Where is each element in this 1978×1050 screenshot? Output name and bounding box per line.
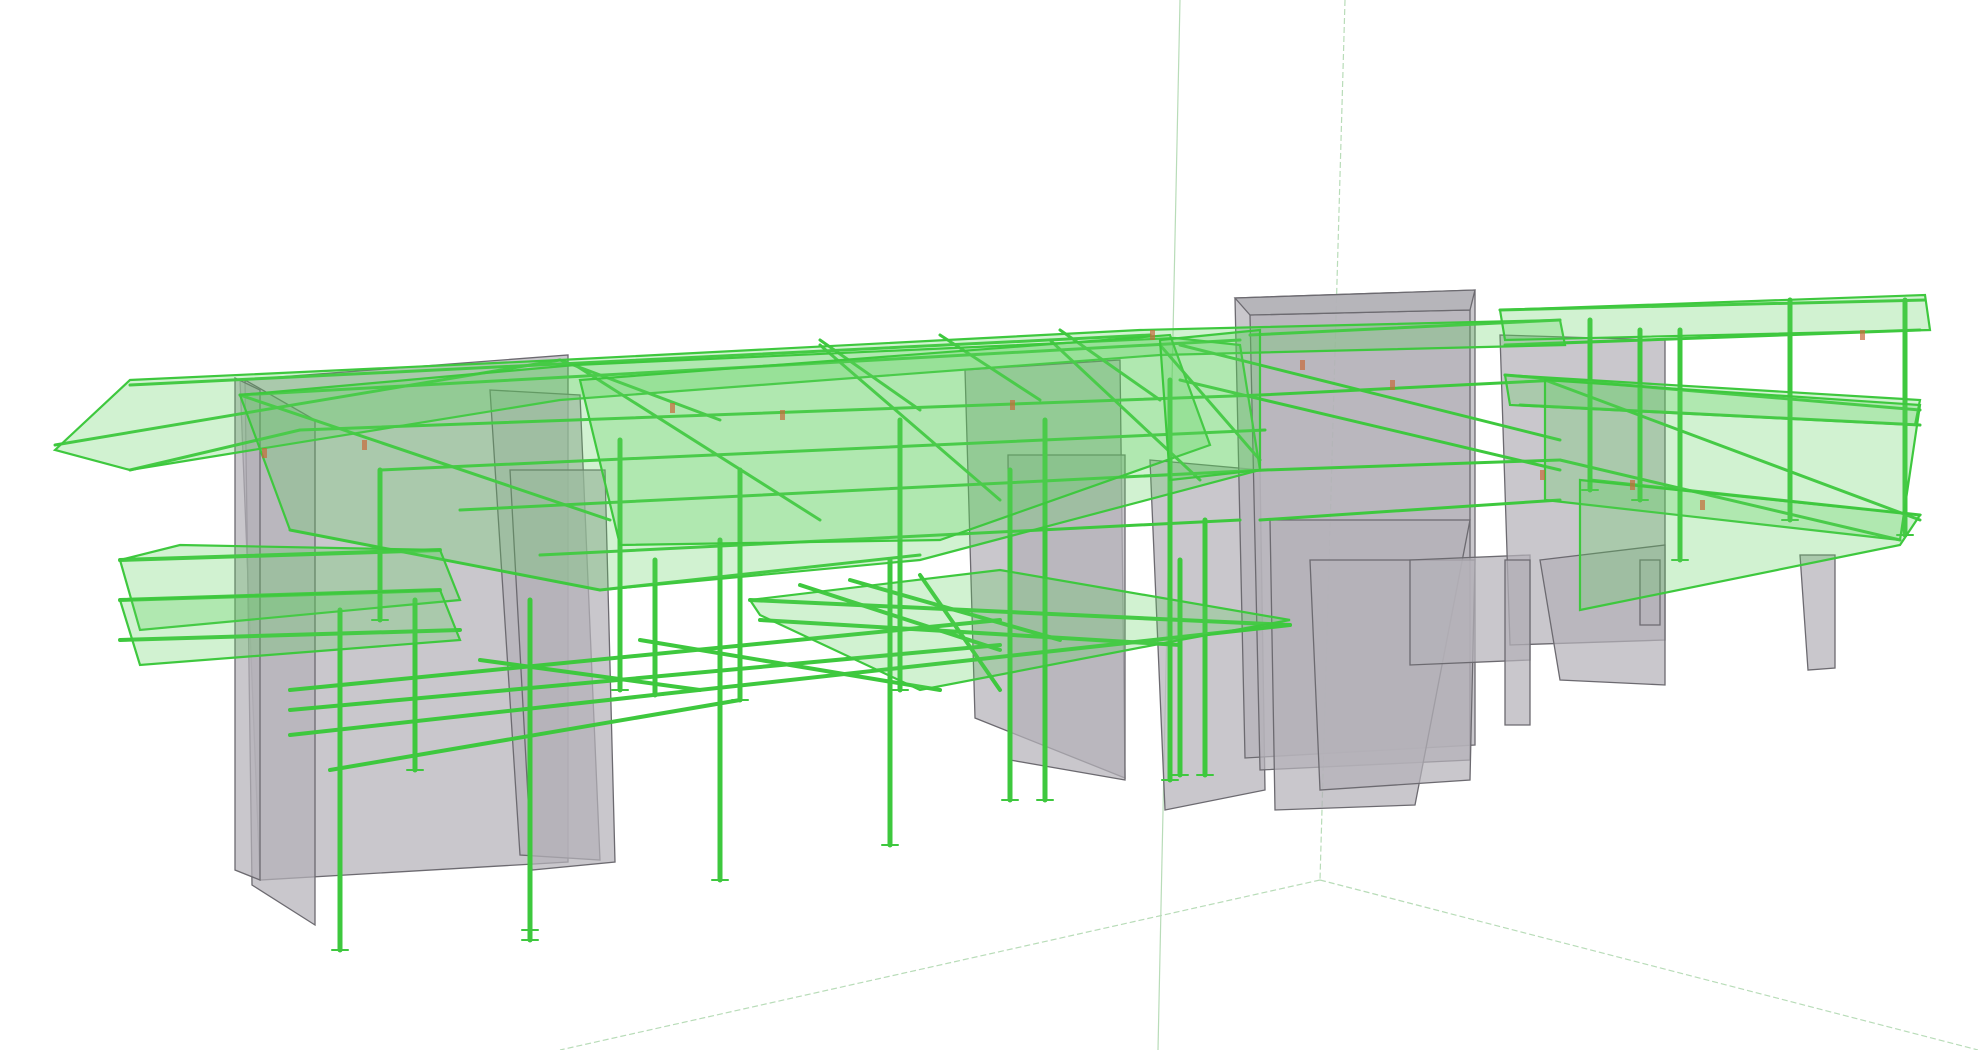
concrete-wall xyxy=(1799,554,1836,671)
floor-slab xyxy=(1158,328,1262,482)
guide-line xyxy=(559,879,1321,1050)
guide-line xyxy=(1319,879,1978,1050)
connection-plate xyxy=(1700,500,1705,510)
structural-model-canvas[interactable] xyxy=(0,0,1978,1050)
connection-plate xyxy=(1860,330,1865,340)
connection-plate xyxy=(670,403,675,413)
connection-plate xyxy=(362,440,367,450)
connection-plate xyxy=(780,410,785,420)
core-top xyxy=(1233,289,1476,316)
concrete-wall xyxy=(1504,559,1531,726)
connection-plate xyxy=(1540,470,1545,480)
connection-plate xyxy=(1390,380,1395,390)
connection-plate xyxy=(262,448,267,458)
connection-plate xyxy=(1300,360,1305,370)
connection-plate xyxy=(1150,330,1155,340)
3d-model-viewport[interactable] xyxy=(0,0,1978,1050)
connection-plate xyxy=(1630,480,1635,490)
connection-plate xyxy=(1010,400,1015,410)
